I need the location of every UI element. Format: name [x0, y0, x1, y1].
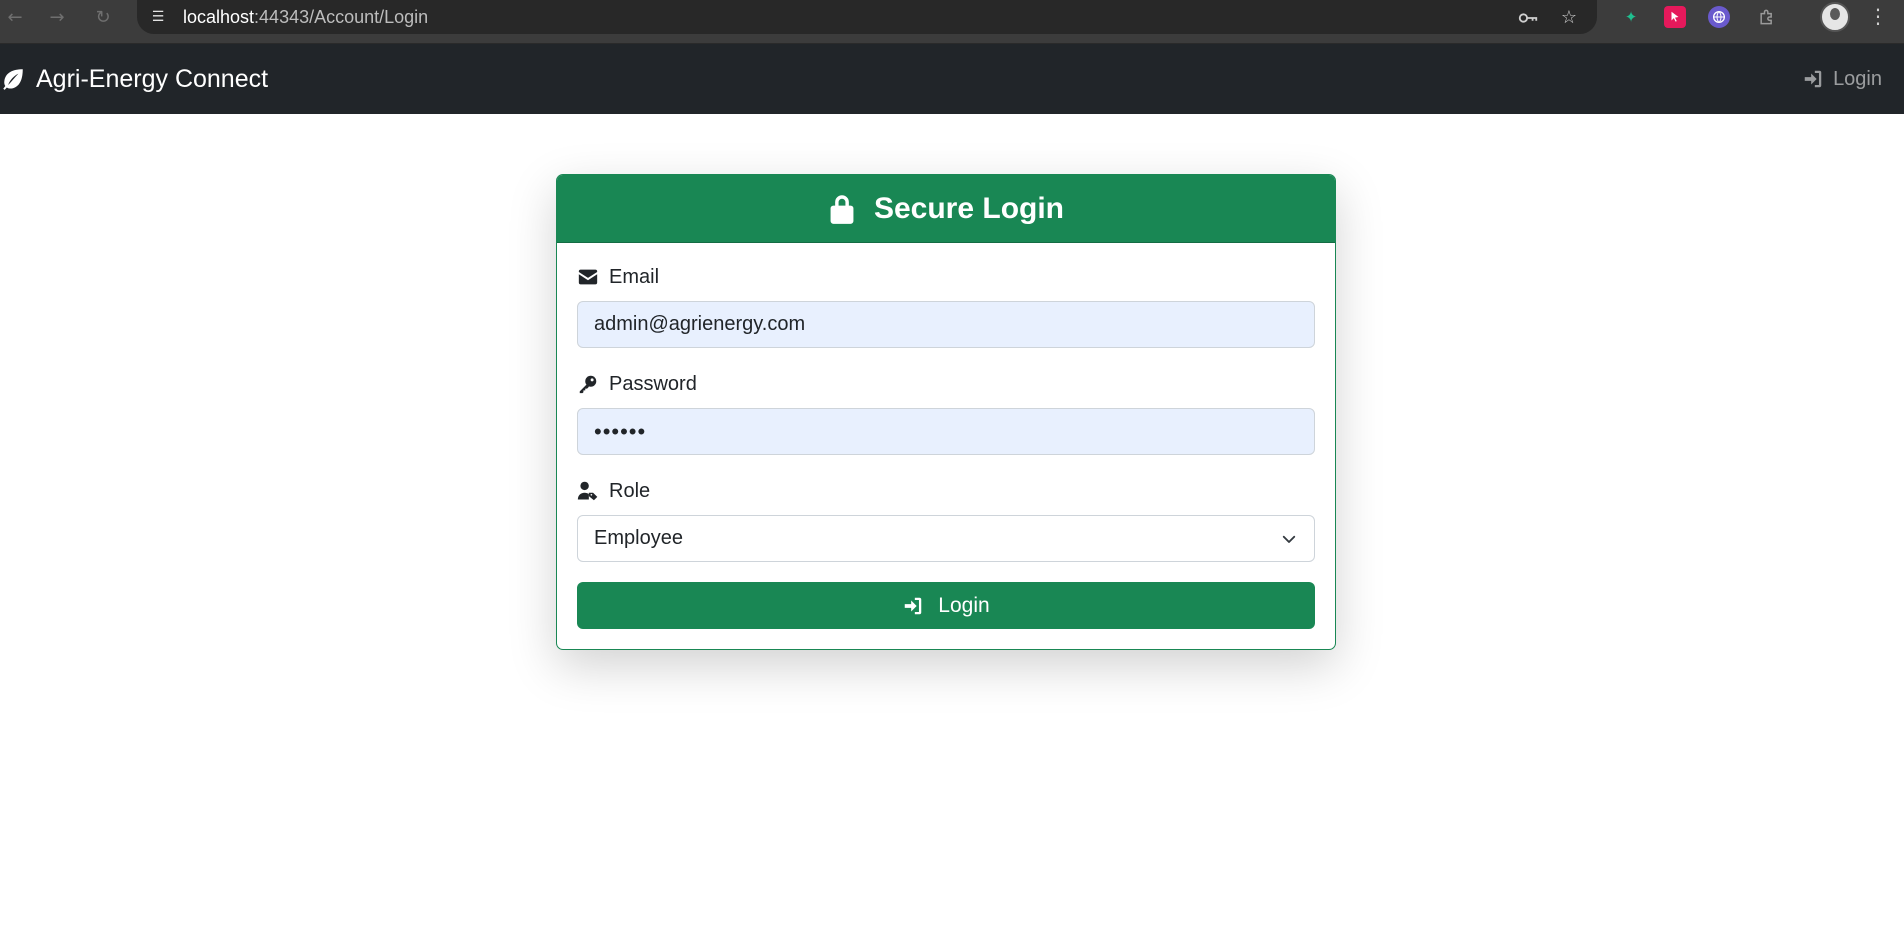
browser-toolbar: ← → ↻ ☰ localhost:44343/Account/Login ☆ … [0, 0, 1904, 44]
email-label: Email [577, 263, 1315, 291]
email-value: admin@agrienergy.com [594, 313, 806, 335]
extension-cursor-icon[interactable] [1664, 6, 1686, 28]
user-tag-icon [577, 481, 598, 501]
login-submit-button[interactable]: Login [577, 582, 1315, 629]
login-submit-label: Login [938, 593, 990, 617]
browser-menu-icon[interactable]: ⋮ [1868, 2, 1888, 30]
brand-text: Agri-Energy Connect [36, 64, 269, 93]
key-icon [579, 375, 597, 394]
envelope-icon [578, 269, 598, 285]
sign-in-icon [1804, 70, 1822, 88]
email-field[interactable]: admin@agrienergy.com [577, 301, 1315, 348]
nav-login-link[interactable]: Login [1802, 44, 1882, 114]
url-host: localhost [183, 7, 255, 27]
extension-globe-icon[interactable] [1708, 6, 1730, 28]
login-card: Secure Login Email admin@agrienergy.com … [556, 174, 1336, 650]
url-text[interactable]: localhost:44343/Account/Login [183, 5, 428, 29]
role-selected-value: Employee [594, 527, 683, 549]
role-select[interactable]: Employee [577, 515, 1315, 562]
profile-avatar[interactable] [1820, 2, 1850, 32]
password-field[interactable]: •••••• [577, 408, 1315, 455]
bookmark-star-icon[interactable]: ☆ [1555, 4, 1583, 32]
extensions-puzzle-icon[interactable] [1754, 4, 1780, 30]
app-navbar: Agri-Energy Connect Login [0, 44, 1904, 114]
chevron-down-icon [1282, 535, 1296, 543]
site-info-icon[interactable]: ☰ [149, 8, 167, 26]
card-header: Secure Login [557, 175, 1335, 243]
address-bar[interactable]: ☰ localhost:44343/Account/Login [137, 0, 1597, 34]
forward-icon[interactable]: → [44, 5, 70, 31]
sign-in-icon [905, 597, 922, 614]
back-icon[interactable]: ← [2, 5, 28, 31]
url-path: :44343/Account/Login [254, 7, 429, 27]
extension-hummingbird-icon[interactable]: ✦ [1618, 4, 1644, 30]
lock-icon [830, 194, 854, 224]
brand-link[interactable]: Agri-Energy Connect [0, 44, 268, 114]
login-form: Email admin@agrienergy.com Password ••••… [557, 243, 1335, 649]
password-label: Password [577, 370, 1315, 398]
reload-icon[interactable]: ↻ [90, 5, 116, 31]
role-label-text: Role [609, 479, 651, 502]
role-label: Role [577, 477, 1315, 505]
card-title: Secure Login [873, 191, 1065, 225]
leaf-icon [3, 69, 23, 90]
password-label-text: Password [609, 372, 697, 395]
nav-login-label: Login [1833, 67, 1882, 90]
password-value: •••••• [594, 418, 647, 444]
password-key-icon[interactable] [1514, 4, 1542, 32]
email-label-text: Email [609, 265, 660, 288]
